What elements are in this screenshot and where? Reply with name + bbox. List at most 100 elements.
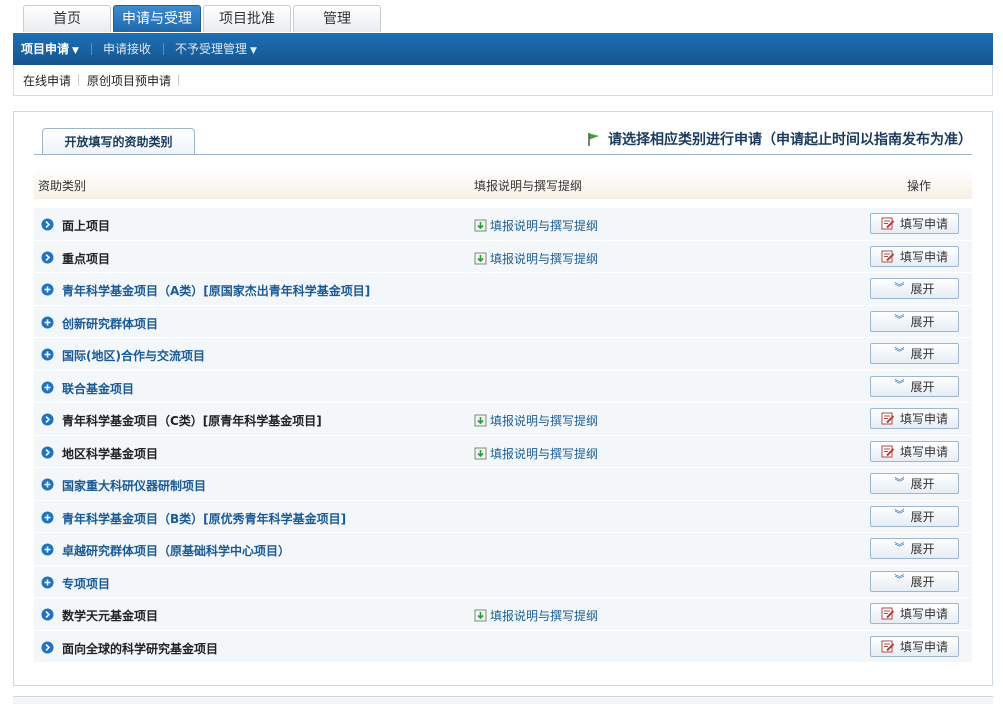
arrow-circle-icon [41,446,54,458]
button-label: 填写申请 [899,607,948,621]
guide-link[interactable]: 填报说明与撰写提纲 [474,412,598,429]
download-doc-icon [474,219,487,232]
plus-circle-icon[interactable] [41,511,54,524]
expand-button[interactable]: ︾ 展开 [870,473,959,494]
double-chevron-down-icon: ︾ [894,347,905,359]
notice: 请选择相应类别进行申请（申请起止时间以指南发布为准） [586,129,972,149]
double-chevron-down-icon: ︾ [894,510,905,521]
guide-link[interactable]: 填报说明与撰写提纲 [474,217,598,234]
fill-apply-button[interactable]: 填写申请 [870,245,959,267]
button-label: 填写申请 [899,249,948,264]
guide-label: 填报说明与撰写提纲 [490,219,599,233]
category-name: 专项项目 [62,576,111,591]
expand-button[interactable]: ︾ 展开 [870,343,959,364]
tab-home[interactable]: 首页 [23,5,111,32]
arrow-circle-icon [41,641,54,653]
menu-apply-receive[interactable]: 申请接收 [90,33,163,65]
table-row: 国家重大科研仪器研制项目 ︾ 展开 [34,468,972,501]
tab-project-approval[interactable]: 项目批准 [203,5,291,32]
plus-circle-icon[interactable] [41,543,54,556]
guide-link[interactable]: 填报说明与撰写提纲 [474,607,598,624]
table-row: 青年科学基金项目（B类）[原优秀青年科学基金项目] ︾ 展开 [34,500,972,533]
guide-link[interactable]: 填报说明与撰写提纲 [474,250,598,267]
fill-apply-button[interactable]: 填写申请 [870,440,959,462]
expand-button[interactable]: ︾ 展开 [870,310,959,332]
edit-form-icon [881,607,895,620]
top-tabs: 首页 申请与受理 项目批准 管理 [23,5,383,33]
double-chevron-down-icon: ︾ [894,542,905,554]
submenu-online-apply[interactable]: 在线申请 [14,72,80,89]
flag-icon [588,133,599,146]
table-row: 重点项目 填报说明与撰写提纲 填写申请 [34,240,972,273]
plus-circle-icon[interactable] [41,576,54,589]
button-label: 展开 [910,379,935,394]
expand-button[interactable]: ︾ 展开 [870,570,959,592]
double-chevron-down-icon: ︾ [894,477,905,489]
edit-form-icon [881,250,895,262]
button-label: 填写申请 [899,217,948,231]
submenu-bar: 在线申请 原创项目预申请 [13,65,993,96]
table-row: 青年科学基金项目（C类）[原青年科学基金项目] 填报说明与撰写提纲 填写申请 [34,403,972,436]
table-row: 青年科学基金项目（A类）[原国家杰出青年科学基金项目] ︾ 展开 [34,273,972,306]
edit-form-icon [881,640,895,652]
category-name: 青年科学基金项目（B类）[原优秀青年科学基金项目] [62,511,347,526]
edit-form-icon [881,217,895,230]
table-row: 专项项目 ︾ 展开 [34,565,972,598]
tab-apply-accept[interactable]: 申请与受理 [113,5,201,32]
plus-circle-icon[interactable] [41,316,54,329]
button-label: 填写申请 [899,639,948,654]
menu-label: 不予受理管理 [174,42,247,56]
tab-divider [34,154,972,155]
guide-label: 填报说明与撰写提纲 [490,446,599,461]
header-guide: 填报说明与撰写提纲 [474,179,583,193]
main-panel: 开放填写的资助类别 请选择相应类别进行申请（申请起止时间以指南发布为准） 资助类… [13,111,993,686]
arrow-circle-icon [41,218,54,231]
button-label: 展开 [910,314,935,329]
double-chevron-down-icon: ︾ [894,315,905,326]
button-label: 填写申请 [899,444,948,459]
fill-apply-button[interactable]: 填写申请 [870,213,959,234]
double-chevron-down-icon: ︾ [894,380,905,391]
expand-button[interactable]: ︾ 展开 [870,538,959,559]
fill-apply-button[interactable]: 填写申请 [870,635,959,657]
category-name: 国家重大科研仪器研制项目 [62,479,207,493]
arrow-circle-icon [41,608,54,621]
category-name: 卓越研究群体项目（原基础科学中心项目） [62,544,291,558]
table-row: 国际(地区)合作与交流项目 ︾ 展开 [34,338,972,371]
table-header: 资助类别 填报说明与撰写提纲 操作 [34,169,972,199]
button-label: 展开 [910,347,935,361]
menu-project-apply[interactable]: 项目申请 ▼ [13,33,91,65]
expand-button[interactable]: ︾ 展开 [870,505,959,527]
guide-label: 填报说明与撰写提纲 [490,609,599,623]
panel-tab-open-categories[interactable]: 开放填写的资助类别 [42,128,195,155]
download-doc-icon [474,447,487,459]
header-category: 资助类别 [38,179,87,193]
guide-link[interactable]: 填报说明与撰写提纲 [474,445,598,462]
caret-down-icon: ▼ [249,46,257,56]
table-row: 地区科学基金项目 填报说明与撰写提纲 填写申请 [34,435,972,468]
download-doc-icon [474,252,487,264]
table-row: 面上项目 填报说明与撰写提纲 填写申请 [34,208,972,241]
table-row: 面向全球的科学研究基金项目 填写申请 [34,630,972,663]
submenu-original-preapply[interactable]: 原创项目预申请 [79,72,180,89]
fill-apply-button[interactable]: 填写申请 [870,603,959,624]
expand-button[interactable]: ︾ 展开 [870,278,959,299]
table-row: 卓越研究群体项目（原基础科学中心项目） ︾ 展开 [34,533,972,566]
button-label: 展开 [910,509,935,524]
menu-bar: 项目申请 ▼ 申请接收 不予受理管理 ▼ [13,33,993,65]
plus-circle-icon[interactable] [41,381,54,394]
menu-reject-manage[interactable]: 不予受理管理 ▼ [162,33,269,65]
plus-circle-icon[interactable] [41,283,54,296]
table-row: 数学天元基金项目 填报说明与撰写提纲 填写申请 [34,598,972,631]
plus-circle-icon[interactable] [41,348,54,361]
tab-manage[interactable]: 管理 [293,5,381,32]
menu-label: 申请接收 [102,42,151,56]
category-name: 数学天元基金项目 [62,609,159,623]
download-doc-icon [474,609,487,622]
menu-label: 项目申请 [21,42,70,56]
plus-circle-icon[interactable] [41,478,54,491]
expand-button[interactable]: ︾ 展开 [870,375,959,397]
fill-apply-button[interactable]: 填写申请 [870,408,959,429]
category-name: 创新研究群体项目 [62,316,159,331]
double-chevron-down-icon: ︾ [894,282,905,294]
